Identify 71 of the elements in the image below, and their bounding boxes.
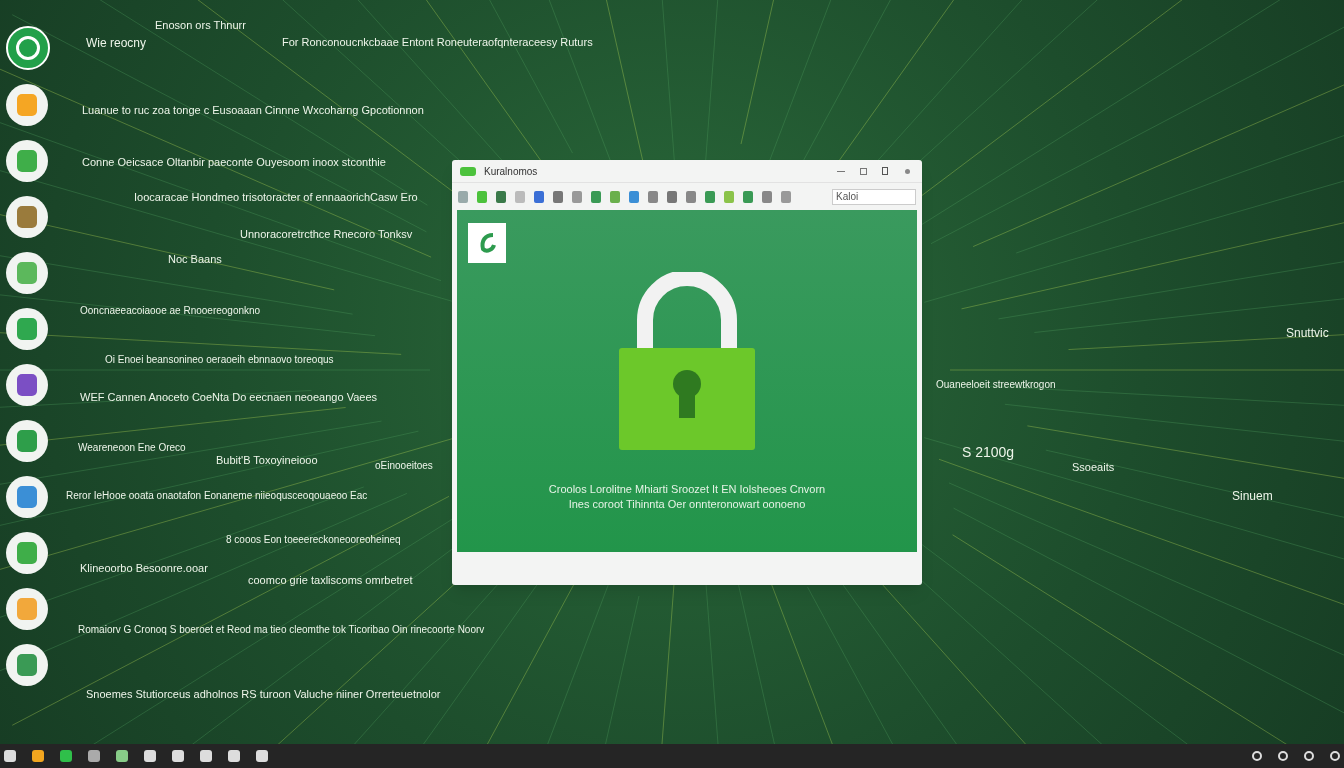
desktop-text: Ssoeaits — [1072, 462, 1115, 473]
desktop-text: S 2100g — [962, 445, 1015, 459]
taskbar-icon[interactable] — [144, 750, 156, 762]
desktop-text: Wie reocny — [86, 37, 147, 49]
taskbar-icon[interactable] — [88, 750, 100, 762]
tray-icon[interactable] — [1330, 751, 1340, 761]
toolbar-icon[interactable] — [743, 190, 753, 203]
tray-icon[interactable] — [1304, 751, 1314, 761]
desktop-text: WEF Cannen Anoceto CoeNta Do eecnaen neoeango Vaees — [80, 392, 377, 403]
message-text: Croolos Lorolitne Mhiarti Sroozet It EN Iolsheoes Cnvorn — [548, 482, 826, 497]
taskbar-icon[interactable] — [200, 750, 212, 762]
app-icon[interactable] — [6, 644, 48, 686]
desktop-text: Reror IeHooe ooata onaotafon Eonaneme niieoqusceoqouaeoo Eac — [66, 491, 368, 501]
app-icon[interactable] — [6, 476, 48, 518]
toolbar-icon[interactable] — [667, 190, 677, 203]
desktop-text: Luanue to ruc zoa tonge c Eusoaaan Cinnne Wxcoharng Gpcotionnon — [82, 105, 424, 116]
tray-icon[interactable] — [1252, 751, 1262, 761]
desktop-text: 8 cooos Eon toeeereckoneooreoheineq — [226, 535, 401, 545]
desktop-text: Ouaneeloeit streewtkrogon — [936, 380, 1056, 390]
taskbar-icon[interactable] — [4, 750, 16, 762]
toolbar-icon[interactable] — [648, 190, 658, 203]
phone-app-icon[interactable] — [6, 26, 50, 70]
desktop-text: oEinooeitoes — [375, 461, 433, 471]
desktop-text: Snuttvic — [1286, 327, 1329, 339]
search-field[interactable]: Kaloi — [832, 188, 916, 205]
app-icon[interactable] — [6, 140, 48, 182]
app-icon[interactable] — [6, 84, 48, 126]
toolbar-icon[interactable] — [534, 190, 544, 203]
toolbar-icon[interactable] — [553, 190, 563, 203]
padlock-icon — [619, 272, 755, 452]
desktop-text: Conne Oeicsace Oltanbir paeconte Ouyesoom inoox stconthie — [82, 157, 386, 168]
taskbar-icon[interactable] — [116, 750, 128, 762]
toolbar-icon[interactable] — [629, 190, 639, 203]
toolbar-icon[interactable] — [781, 190, 791, 203]
toolbar-icon[interactable] — [496, 190, 506, 203]
desktop-text: Noc Baans — [168, 254, 222, 265]
app-icon[interactable] — [6, 252, 48, 294]
app-logo-icon — [460, 166, 476, 176]
app-icon[interactable] — [6, 308, 48, 350]
toolbar-icon[interactable] — [705, 190, 715, 203]
app-icon[interactable] — [6, 420, 48, 462]
toolbar-icon[interactable] — [762, 190, 772, 203]
desktop-text: Oi Enoei beansonineo oeraoeih ebnnaovo toreoqus — [105, 355, 334, 365]
app-icon[interactable] — [6, 532, 48, 574]
desktop-text: Ioocaracae Hondmeo trisotoracter of ennaaorichCasw Ero — [134, 192, 418, 203]
app-icon[interactable] — [6, 588, 48, 630]
app-icon[interactable] — [6, 196, 48, 238]
taskbar-icon[interactable] — [172, 750, 184, 762]
desktop-text: Ooncnaeeacoiaooe ae Rnooereogonkno — [80, 306, 261, 316]
desktop-text: Bubit'B Toxoyineiooo — [216, 455, 318, 466]
desktop-text: Klineoorbo Besoonre.ooar — [80, 563, 208, 574]
desktop-text: Snoemes Stutiorceus adholnos RS turoon Valuche niiner Orrerteuetnolor — [86, 689, 441, 700]
toolbar-icon[interactable] — [572, 190, 582, 203]
window-title: Kuralnomos — [484, 164, 538, 179]
toolbar-icon[interactable] — [591, 190, 601, 203]
desktop-text: coomco grie taxliscoms omrbetret — [248, 575, 413, 586]
desktop-text: Sinuem — [1232, 490, 1273, 502]
taskbar-icon[interactable] — [256, 750, 268, 762]
desktop-text: Romaiorv G Cronoq S boeroet et Reod ma tieo cleomthe tok Ticoribao Oin rinecoorte Noorv — [78, 625, 485, 635]
app-logo-icon — [468, 223, 506, 263]
desktop-text: Unnoracoretrcthce Rnecoro Tonksv — [240, 229, 413, 240]
app-icon[interactable] — [6, 364, 48, 406]
taskbar-icon[interactable] — [228, 750, 240, 762]
taskbar-icon[interactable] — [32, 750, 44, 762]
desktop-text: Enoson ors Thnurr — [155, 20, 246, 31]
tray-icon[interactable] — [1278, 751, 1288, 761]
desktop-text: Weareneoon Ene Oreco — [78, 443, 186, 453]
message-text: Ines coroot Tihinnta Oer onnteronowart oonoeno — [568, 497, 806, 512]
taskbar-icon[interactable] — [60, 750, 72, 762]
desktop-text: For Ronconoucnkcbaae Entont Roneuteraofqnteraceesy Ruturs — [282, 37, 593, 48]
toolbar-icon[interactable] — [686, 190, 696, 203]
